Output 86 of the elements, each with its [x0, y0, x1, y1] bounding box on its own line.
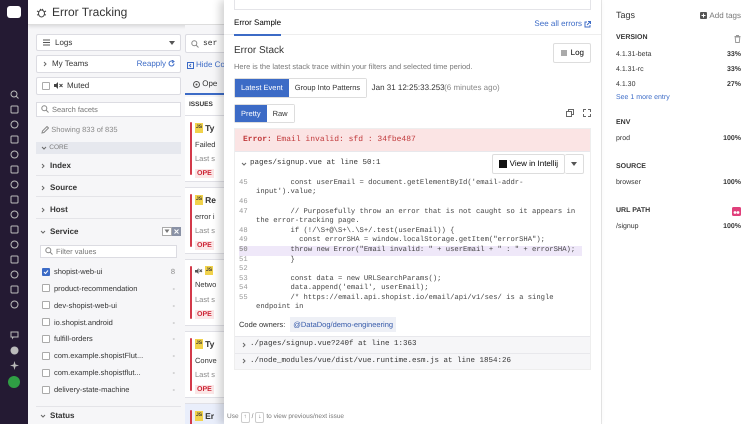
chevron-down-icon[interactable] — [241, 160, 247, 167]
refresh-icon — [168, 60, 175, 68]
checkbox[interactable] — [42, 318, 50, 326]
dropdown-button[interactable] — [565, 154, 584, 174]
help-icon[interactable] — [10, 346, 18, 355]
external-link-icon — [584, 20, 591, 28]
square-icon[interactable] — [10, 165, 18, 174]
checkbox[interactable] — [42, 301, 50, 310]
sidebar-icon — [187, 62, 194, 68]
see-all-errors-link[interactable]: See all errors — [534, 18, 591, 30]
checkbox[interactable] — [42, 352, 50, 360]
expand-icon[interactable] — [583, 109, 591, 118]
page-title: Error Tracking — [52, 4, 128, 21]
chevron-down-icon[interactable] — [40, 228, 46, 235]
circle-icon[interactable] — [10, 300, 18, 309]
square-icon[interactable] — [10, 105, 18, 114]
sparkle-icon[interactable] — [10, 361, 18, 370]
plus-square-icon — [700, 12, 708, 20]
square-icon[interactable] — [10, 195, 18, 204]
circle-icon[interactable] — [10, 210, 18, 219]
filter-icon[interactable] — [162, 227, 172, 236]
relative-time: (6 minutes ago) — [444, 82, 500, 94]
circle-icon[interactable] — [10, 120, 18, 129]
square-icon[interactable] — [10, 135, 18, 144]
caret-icon — [571, 162, 577, 166]
issue-title: Re — [205, 194, 216, 206]
reapply-link[interactable]: Reapply — [136, 58, 175, 70]
chevron-right-icon[interactable] — [40, 206, 46, 213]
trash-icon[interactable] — [734, 34, 741, 42]
dog-logo-icon[interactable] — [6, 4, 22, 20]
issue-title: Ty — [205, 122, 214, 134]
circle-icon[interactable] — [10, 180, 18, 189]
avatar-icon[interactable] — [8, 376, 20, 388]
checkbox[interactable] — [42, 368, 50, 377]
circle-icon[interactable] — [10, 240, 18, 249]
facet-section[interactable]: Status — [36, 406, 181, 424]
ide-logo-icon — [498, 160, 507, 168]
bug-icon — [36, 6, 47, 18]
section-label: My Teams — [52, 58, 90, 70]
checkbox[interactable] — [42, 284, 50, 292]
issue-title: Ty — [205, 338, 214, 350]
search-icon — [191, 40, 199, 48]
copy-icon[interactable] — [566, 109, 574, 118]
error-message: Error: Email invalid: sfd : 34fbe487 — [235, 128, 590, 151]
chevron-right-icon[interactable] — [42, 60, 48, 67]
square-icon[interactable] — [10, 285, 18, 294]
chevron-right-icon[interactable] — [241, 358, 247, 364]
issue-title: Er — [205, 410, 214, 422]
square-icon[interactable] — [10, 255, 18, 264]
circle-icon[interactable] — [10, 150, 18, 159]
circle-icon[interactable] — [10, 270, 18, 279]
search-icon — [41, 105, 49, 114]
logs-icon — [560, 49, 568, 57]
facet-section[interactable]: Index — [36, 158, 181, 176]
facet-section[interactable]: Source — [36, 180, 181, 198]
muted-label: Muted — [67, 80, 90, 92]
binoculars-icon[interactable] — [732, 206, 741, 216]
section-title: Error Stack — [234, 44, 286, 58]
add-tags-link[interactable]: Add tags — [700, 10, 741, 22]
search-icon[interactable] — [10, 90, 18, 99]
pencil-icon[interactable] — [41, 126, 49, 134]
checkbox[interactable] — [42, 82, 50, 90]
muted-speaker-icon — [54, 82, 63, 90]
chevron-right-icon[interactable] — [241, 342, 247, 348]
chevron-right-icon[interactable] — [40, 163, 46, 170]
chevron-down-icon[interactable] — [41, 145, 47, 151]
checkbox[interactable] — [42, 386, 50, 394]
search-icon — [45, 247, 53, 256]
timestamp: Jan 31 12:25:33.253 — [372, 82, 445, 94]
chevron-down-icon[interactable] — [40, 412, 46, 419]
chat-icon[interactable] — [10, 331, 18, 340]
checkbox[interactable] — [42, 268, 50, 276]
view-in-ide-button[interactable]: View in Intellij — [492, 154, 565, 174]
caret-icon — [169, 40, 175, 44]
panel-title: Tags — [616, 9, 636, 22]
facet-section[interactable]: Host — [36, 201, 181, 220]
close-icon[interactable] — [172, 227, 181, 236]
source-select[interactable]: Logs — [36, 34, 181, 51]
chevron-right-icon[interactable] — [40, 184, 46, 191]
square-icon[interactable] — [10, 225, 18, 234]
logs-icon — [42, 38, 51, 47]
facet-section[interactable]: Service — [36, 223, 181, 241]
log-button[interactable]: Log — [552, 43, 591, 63]
target-icon — [193, 80, 200, 88]
checkbox[interactable] — [42, 335, 50, 344]
tab[interactable]: Error Sample — [234, 12, 282, 36]
